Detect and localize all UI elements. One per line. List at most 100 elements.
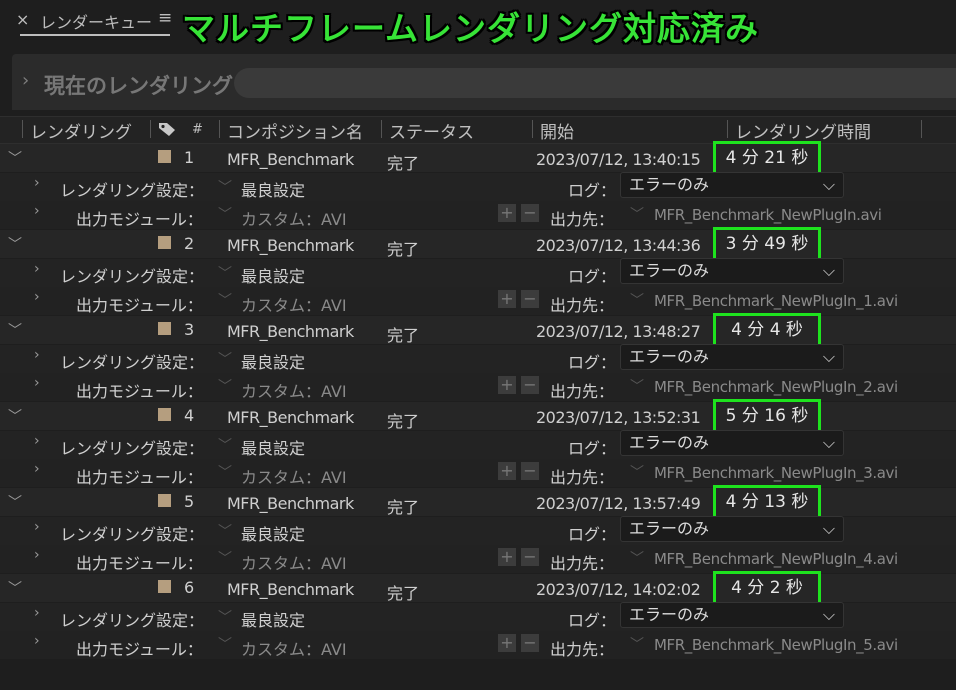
chevron-down-icon[interactable]: ﹀ [8, 492, 22, 512]
output-module-value[interactable]: カスタム：AVI [241, 292, 347, 316]
log-dropdown[interactable]: エラーのみ ⌵ [620, 344, 844, 370]
chevron-down-icon[interactable]: ﹀ [218, 177, 232, 197]
log-dropdown[interactable]: エラーのみ ⌵ [620, 172, 844, 198]
remove-output-module-button[interactable]: − [521, 204, 539, 222]
add-output-module-button[interactable]: + [498, 376, 516, 394]
label-color-swatch[interactable] [158, 494, 171, 507]
column-separator[interactable] [921, 120, 922, 138]
chevron-right-icon[interactable]: › [34, 461, 40, 477]
header-number[interactable]: # [192, 122, 203, 137]
output-file-path[interactable]: MFR_Benchmark_NewPlugIn_3.avi [654, 464, 898, 482]
add-output-module-button[interactable]: + [498, 548, 516, 566]
chevron-right-icon[interactable]: › [34, 433, 40, 449]
column-separator[interactable] [727, 120, 728, 138]
label-color-swatch[interactable] [158, 408, 171, 421]
log-dropdown[interactable]: エラーのみ ⌵ [620, 516, 844, 542]
item-comp-name[interactable]: MFR_Benchmark [227, 236, 354, 255]
chevron-down-icon[interactable]: ﹀ [218, 462, 232, 482]
output-file-path[interactable]: MFR_Benchmark_NewPlugIn_5.avi [654, 636, 898, 654]
output-module-value[interactable]: カスタム：AVI [241, 464, 347, 488]
panel-menu-icon[interactable]: ≡ [158, 8, 172, 28]
column-separator[interactable] [150, 120, 151, 138]
remove-output-module-button[interactable]: − [521, 634, 539, 652]
chevron-down-icon[interactable]: ﹀ [630, 548, 644, 568]
chevron-down-icon[interactable]: ﹀ [630, 204, 644, 224]
remove-output-module-button[interactable]: − [521, 290, 539, 308]
remove-output-module-button[interactable]: − [521, 462, 539, 480]
log-dropdown[interactable]: エラーのみ ⌵ [620, 602, 844, 628]
render-settings-value[interactable]: 最良設定 [241, 349, 305, 373]
chevron-down-icon[interactable]: ﹀ [218, 349, 232, 369]
close-icon[interactable]: × [16, 10, 29, 29]
output-file-path[interactable]: MFR_Benchmark_NewPlugIn_4.avi [654, 550, 898, 568]
item-comp-name[interactable]: MFR_Benchmark [227, 322, 354, 341]
remove-output-module-button[interactable]: − [521, 376, 539, 394]
header-render-time[interactable]: レンダリング時間 [735, 118, 871, 143]
render-settings-value[interactable]: 最良設定 [241, 607, 305, 631]
add-output-module-button[interactable]: + [498, 290, 516, 308]
log-dropdown[interactable]: エラーのみ ⌵ [620, 258, 844, 284]
chevron-down-icon[interactable]: ﹀ [218, 376, 232, 396]
chevron-right-icon[interactable]: › [34, 261, 40, 277]
tab-render-queue[interactable]: レンダーキュー [40, 9, 152, 33]
output-file-path[interactable]: MFR_Benchmark_NewPlugIn.avi [654, 206, 882, 224]
item-comp-name[interactable]: MFR_Benchmark [227, 150, 354, 169]
chevron-right-icon[interactable]: › [34, 289, 40, 305]
chevron-down-icon[interactable]: ﹀ [218, 263, 232, 283]
output-file-path[interactable]: MFR_Benchmark_NewPlugIn_2.avi [654, 378, 898, 396]
header-comp-name[interactable]: コンポジション名 [227, 118, 363, 143]
chevron-down-icon[interactable]: ﹀ [218, 521, 232, 541]
chevron-down-icon[interactable]: ﹀ [8, 320, 22, 340]
label-color-swatch[interactable] [158, 236, 171, 249]
output-module-value[interactable]: カスタム：AVI [241, 636, 347, 660]
chevron-right-icon[interactable]: › [34, 547, 40, 563]
chevron-right-icon[interactable]: › [22, 70, 29, 91]
output-module-value[interactable]: カスタム：AVI [241, 550, 347, 574]
column-separator[interactable] [532, 120, 533, 138]
render-settings-value[interactable]: 最良設定 [241, 263, 305, 287]
header-status[interactable]: ステータス [389, 118, 474, 143]
render-settings-value[interactable]: 最良設定 [241, 435, 305, 459]
chevron-down-icon[interactable]: ﹀ [218, 634, 232, 654]
chevron-down-icon[interactable]: ﹀ [630, 634, 644, 654]
output-module-value[interactable]: カスタム：AVI [241, 206, 347, 230]
output-module-value[interactable]: カスタム：AVI [241, 378, 347, 402]
render-settings-value[interactable]: 最良設定 [241, 177, 305, 201]
header-start[interactable]: 開始 [540, 118, 574, 143]
chevron-down-icon[interactable]: ﹀ [218, 435, 232, 455]
add-output-module-button[interactable]: + [498, 634, 516, 652]
label-tag-icon[interactable] [158, 121, 178, 137]
render-settings-value[interactable]: 最良設定 [241, 521, 305, 545]
chevron-down-icon[interactable]: ﹀ [630, 290, 644, 310]
label-color-swatch[interactable] [158, 580, 171, 593]
add-output-module-button[interactable]: + [498, 462, 516, 480]
chevron-right-icon[interactable]: › [34, 633, 40, 649]
chevron-right-icon[interactable]: › [34, 347, 40, 363]
log-dropdown[interactable]: エラーのみ ⌵ [620, 430, 844, 456]
chevron-right-icon[interactable]: › [34, 175, 40, 191]
chevron-down-icon[interactable]: ﹀ [218, 290, 232, 310]
chevron-down-icon[interactable]: ﹀ [218, 548, 232, 568]
chevron-down-icon[interactable]: ﹀ [8, 578, 22, 598]
chevron-down-icon[interactable]: ﹀ [630, 376, 644, 396]
chevron-down-icon[interactable]: ﹀ [218, 607, 232, 627]
chevron-right-icon[interactable]: › [34, 605, 40, 621]
label-color-swatch[interactable] [158, 150, 171, 163]
item-comp-name[interactable]: MFR_Benchmark [227, 494, 354, 513]
item-comp-name[interactable]: MFR_Benchmark [227, 580, 354, 599]
column-separator[interactable] [381, 120, 382, 138]
label-color-swatch[interactable] [158, 322, 171, 335]
chevron-down-icon[interactable]: ﹀ [218, 204, 232, 224]
header-render[interactable]: レンダリング [30, 118, 132, 143]
chevron-right-icon[interactable]: › [34, 203, 40, 219]
column-separator[interactable] [219, 120, 220, 138]
add-output-module-button[interactable]: + [498, 204, 516, 222]
chevron-down-icon[interactable]: ﹀ [8, 234, 22, 254]
column-separator[interactable] [22, 120, 23, 138]
remove-output-module-button[interactable]: − [521, 548, 539, 566]
chevron-right-icon[interactable]: › [34, 519, 40, 535]
output-file-path[interactable]: MFR_Benchmark_NewPlugIn_1.avi [654, 292, 898, 310]
chevron-down-icon[interactable]: ﹀ [8, 406, 22, 426]
chevron-down-icon[interactable]: ﹀ [8, 148, 22, 168]
chevron-down-icon[interactable]: ﹀ [630, 462, 644, 482]
